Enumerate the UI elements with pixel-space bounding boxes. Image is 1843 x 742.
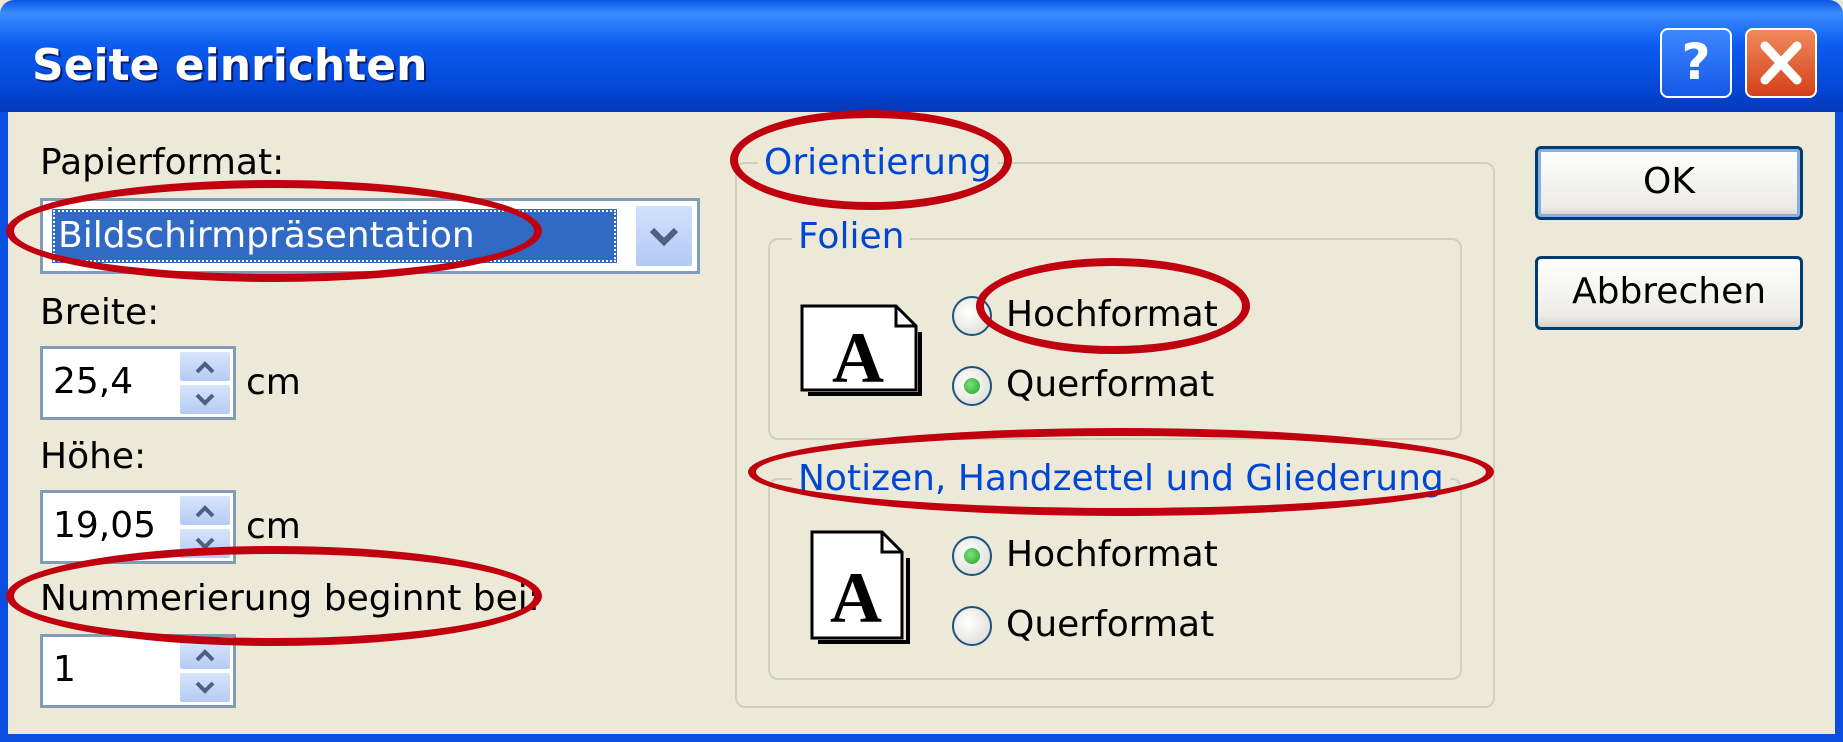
dropdown-button[interactable] <box>634 204 694 268</box>
slides-landscape-label: Querformat <box>1006 364 1215 405</box>
height-up-button[interactable] <box>179 495 231 526</box>
slides-portrait-radio[interactable] <box>952 296 992 336</box>
title-bar[interactable]: Seite einrichten ? <box>0 0 1843 112</box>
width-down-button[interactable] <box>179 384 231 415</box>
numbering-up-button[interactable] <box>179 639 231 670</box>
arrow-up-icon <box>195 505 215 518</box>
notes-portrait-label: Hochformat <box>1006 534 1218 575</box>
numbering-label: Nummerierung beginnt bei: <box>40 578 540 619</box>
notes-landscape-radio[interactable] <box>952 606 992 646</box>
landscape-page-icon: A <box>800 304 922 398</box>
width-label: Breite: <box>40 292 160 333</box>
help-button[interactable]: ? <box>1660 28 1732 98</box>
numbering-down-button[interactable] <box>179 672 231 703</box>
width-up-button[interactable] <box>179 351 231 382</box>
slides-portrait-label: Hochformat <box>1006 294 1218 335</box>
chevron-down-icon <box>649 227 679 247</box>
page-setup-dialog: Seite einrichten ? Papierformat: Bildsch… <box>0 0 1843 742</box>
radio-selected-dot <box>964 378 980 394</box>
dialog-title: Seite einrichten <box>32 40 428 91</box>
notes-portrait-radio[interactable] <box>952 536 992 576</box>
paper-format-label: Papierformat: <box>40 142 285 183</box>
width-spinner[interactable]: 25,4 <box>40 346 236 420</box>
paper-format-value: Bildschirmpräsentation <box>52 209 617 263</box>
slides-landscape-radio[interactable] <box>952 366 992 406</box>
close-icon <box>1760 41 1802 85</box>
notes-title: Notizen, Handzettel und Gliederung <box>792 458 1450 499</box>
arrow-up-icon <box>195 361 215 374</box>
cancel-button[interactable]: Abbrechen <box>1535 256 1803 330</box>
height-down-button[interactable] <box>179 528 231 559</box>
notes-landscape-label: Querformat <box>1006 604 1215 645</box>
width-value: 25,4 <box>53 361 134 402</box>
arrow-down-icon <box>195 393 215 406</box>
height-label: Höhe: <box>40 436 147 477</box>
height-value: 19,05 <box>53 505 157 546</box>
height-unit: cm <box>246 506 301 547</box>
arrow-up-icon <box>195 649 215 662</box>
orientation-title: Orientierung <box>758 142 998 183</box>
ok-button[interactable]: OK <box>1535 146 1803 220</box>
page-glyph: A <box>830 558 882 638</box>
width-unit: cm <box>246 362 301 403</box>
arrow-down-icon <box>195 537 215 550</box>
close-button[interactable] <box>1745 28 1817 98</box>
page-glyph: A <box>832 318 884 398</box>
slides-title: Folien <box>792 216 911 257</box>
paper-format-select[interactable]: Bildschirmpräsentation <box>40 198 700 274</box>
arrow-down-icon <box>195 681 215 694</box>
radio-selected-dot <box>964 548 980 564</box>
numbering-value: 1 <box>53 649 76 690</box>
numbering-spinner[interactable]: 1 <box>40 634 236 708</box>
portrait-page-icon: A <box>810 530 910 644</box>
height-spinner[interactable]: 19,05 <box>40 490 236 564</box>
